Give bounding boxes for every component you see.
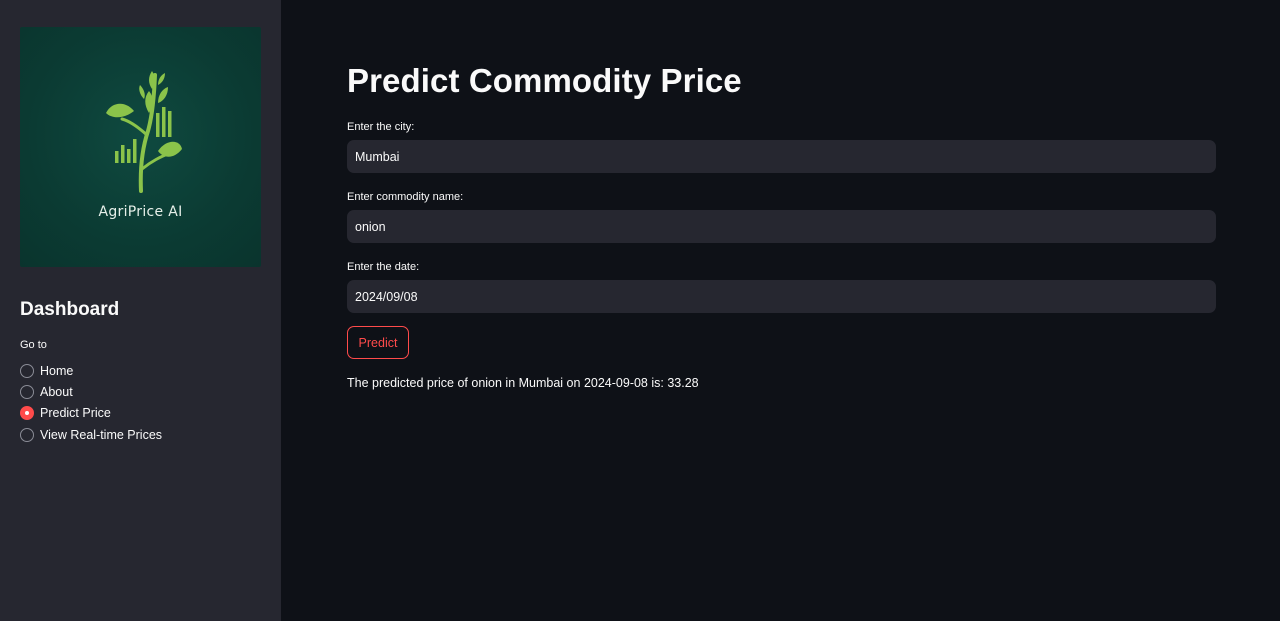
nav-item-about[interactable]: About xyxy=(20,381,162,402)
radio-unselected-icon[interactable] xyxy=(20,427,34,442)
nav-item-predict-price[interactable]: Predict Price xyxy=(20,403,162,424)
radio-selected-icon[interactable] xyxy=(20,406,34,421)
agriprice-logo: AgriPrice AI xyxy=(20,27,261,267)
nav-item-label: About xyxy=(40,384,73,399)
nav-item-label: View Real-time Prices xyxy=(40,427,163,442)
nav-item-label: Home xyxy=(40,363,74,378)
city-input[interactable] xyxy=(347,140,1216,173)
predict-button[interactable]: Predict xyxy=(347,326,409,359)
nav-radio-group: Home About Predict Price View Real-time … xyxy=(20,360,162,445)
nav-label: Go to xyxy=(20,339,47,351)
sidebar-title: Dashboard xyxy=(20,299,120,320)
nav-item-view-realtime-prices[interactable]: View Real-time Prices xyxy=(20,424,162,445)
logo-text: AgriPrice AI xyxy=(98,204,183,220)
commodity-label: Enter commodity name: xyxy=(347,191,464,203)
city-label: Enter the city: xyxy=(347,121,415,133)
commodity-input[interactable] xyxy=(347,210,1216,243)
nav-item-label: Predict Price xyxy=(40,406,111,421)
nav-item-home[interactable]: Home xyxy=(20,360,162,381)
date-label: Enter the date: xyxy=(347,261,420,273)
sidebar: AgriPrice AI Dashboard Go to Home About … xyxy=(0,0,281,621)
date-input[interactable] xyxy=(347,280,1216,313)
prediction-result: The predicted price of onion in Mumbai o… xyxy=(347,376,699,390)
plant-bar-chart-icon xyxy=(106,71,182,193)
radio-unselected-icon[interactable] xyxy=(20,384,34,399)
page-title: Predict Commodity Price xyxy=(347,62,742,99)
radio-unselected-icon[interactable] xyxy=(20,363,34,378)
